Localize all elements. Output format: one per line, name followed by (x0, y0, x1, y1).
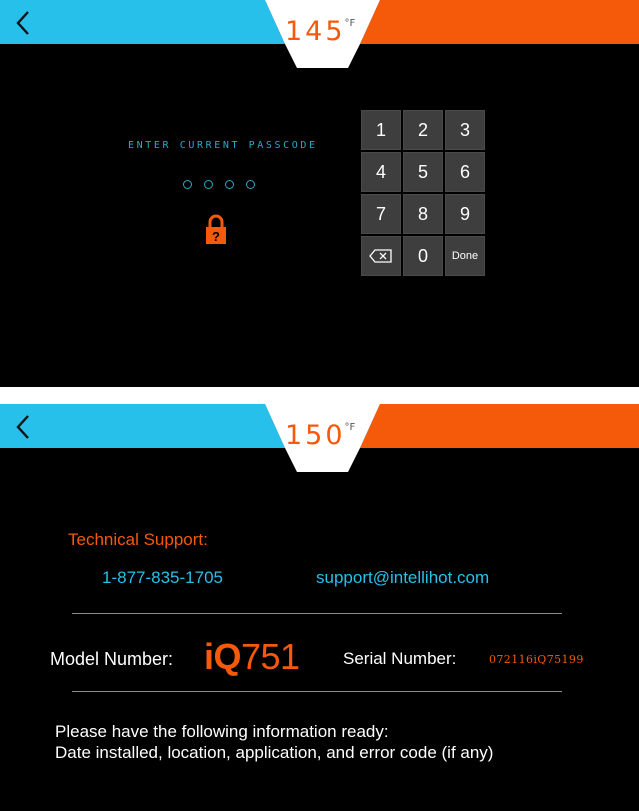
key-4[interactable]: 4 (361, 152, 401, 192)
key-1[interactable]: 1 (361, 110, 401, 150)
divider (72, 691, 562, 692)
passcode-dot (183, 180, 192, 189)
passcode-dot (225, 180, 234, 189)
serial-number-value: 072116iQ75199 (489, 653, 584, 666)
info-line-2: Date installed, location, application, a… (55, 743, 494, 762)
chevron-left-icon (16, 415, 29, 439)
passcode-dot (246, 180, 255, 189)
support-email: support@intellihot.com (316, 568, 490, 587)
support-screen: 150°F Technical Support: 1-877-835-1705 … (0, 404, 639, 811)
svg-text:?: ? (212, 229, 220, 244)
passcode-prompt: ENTER CURRENT PASSCODE (128, 140, 318, 151)
temperature-display: 150°F (285, 420, 355, 451)
support-title: Technical Support: (68, 530, 208, 549)
key-6[interactable]: 6 (445, 152, 485, 192)
done-key[interactable]: Done (445, 236, 485, 276)
serial-number-label: Serial Number: (343, 649, 457, 668)
back-button[interactable] (8, 6, 40, 40)
temperature-unit: °F (344, 18, 356, 29)
temperature-value: 145 (285, 16, 346, 47)
model-number: 751 (241, 636, 300, 677)
temperature-unit: °F (344, 422, 356, 433)
backspace-icon (369, 249, 392, 263)
support-phone: 1-877-835-1705 (102, 568, 223, 587)
info-text: Please have the following information re… (55, 721, 493, 763)
passcode-screen: 145°F ENTER CURRENT PASSCODE ? 1 2 3 4 5… (0, 0, 639, 387)
header-bar: 145°F (0, 0, 639, 68)
passcode-dot (204, 180, 213, 189)
key-3[interactable]: 3 (445, 110, 485, 150)
model-number-value: iQ751 (204, 636, 300, 678)
key-7[interactable]: 7 (361, 194, 401, 234)
key-8[interactable]: 8 (403, 194, 443, 234)
key-5[interactable]: 5 (403, 152, 443, 192)
key-0[interactable]: 0 (403, 236, 443, 276)
temperature-display: 145°F (285, 16, 355, 47)
key-9[interactable]: 9 (445, 194, 485, 234)
padlock-question-icon: ? (205, 213, 227, 250)
backspace-key[interactable] (361, 236, 401, 276)
divider (72, 613, 562, 614)
back-button[interactable] (8, 410, 40, 444)
chevron-left-icon (16, 11, 29, 35)
numeric-keypad: 1 2 3 4 5 6 7 8 9 0 Done (361, 110, 485, 276)
temperature-value: 150 (285, 420, 346, 451)
key-2[interactable]: 2 (403, 110, 443, 150)
model-prefix: iQ (204, 636, 242, 677)
model-number-label: Model Number: (50, 649, 174, 669)
info-line-1: Please have the following information re… (55, 722, 389, 741)
passcode-dots (183, 180, 255, 189)
header-bar: 150°F (0, 404, 639, 472)
